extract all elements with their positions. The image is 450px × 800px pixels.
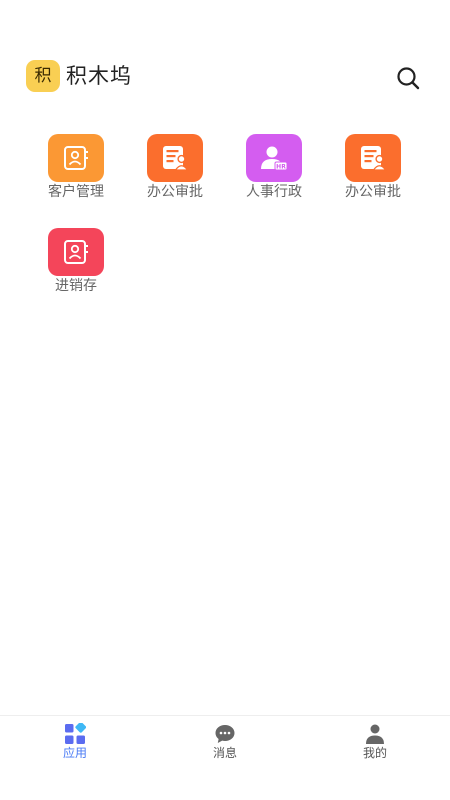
app-label: 人事行政: [246, 184, 302, 200]
app-title: 积木坞: [66, 64, 132, 88]
app-label: 办公审批: [147, 184, 203, 200]
app-item-inventory[interactable]: 进销存: [24, 228, 124, 308]
nav-tab-messages[interactable]: 消息: [150, 716, 300, 776]
nav-tab-profile[interactable]: 我的: [300, 716, 450, 776]
top-header: 积 积木坞: [0, 58, 450, 98]
profile-icon: [366, 724, 384, 744]
app-item-office-approval-2[interactable]: 办公审批: [321, 134, 421, 214]
app-home-screen: 积 积木坞 客户管理 办公审批 HR 人事行政 办公审批 进销存 应用 消息 我…: [0, 0, 450, 800]
apps-grid-icon: [65, 723, 86, 744]
svg-text:HR: HR: [276, 164, 286, 171]
app-item-office-approval[interactable]: 办公审批: [123, 134, 223, 214]
app-item-hr-admin[interactable]: HR 人事行政: [222, 134, 322, 214]
nav-label-messages: 消息: [212, 746, 237, 760]
app-item-customer-management[interactable]: 客户管理: [24, 134, 124, 214]
inventory-book-icon: [48, 228, 104, 276]
app-label: 客户管理: [48, 184, 104, 200]
search-icon: [397, 67, 420, 90]
hr-person-icon: HR: [246, 134, 302, 182]
nav-tab-apps[interactable]: 应用: [0, 716, 150, 776]
chat-bubble-icon: [215, 725, 235, 743]
contact-book-icon: [48, 134, 104, 182]
approval-document-icon: [147, 134, 203, 182]
app-logo: 积: [26, 60, 60, 92]
search-button[interactable]: [394, 64, 422, 92]
app-label: 进销存: [55, 278, 97, 294]
bottom-nav: 应用 消息 我的: [0, 715, 450, 800]
app-label: 办公审批: [345, 184, 401, 200]
nav-label-apps: 应用: [62, 746, 87, 760]
approval-document-icon: [345, 134, 401, 182]
nav-label-profile: 我的: [362, 746, 387, 760]
